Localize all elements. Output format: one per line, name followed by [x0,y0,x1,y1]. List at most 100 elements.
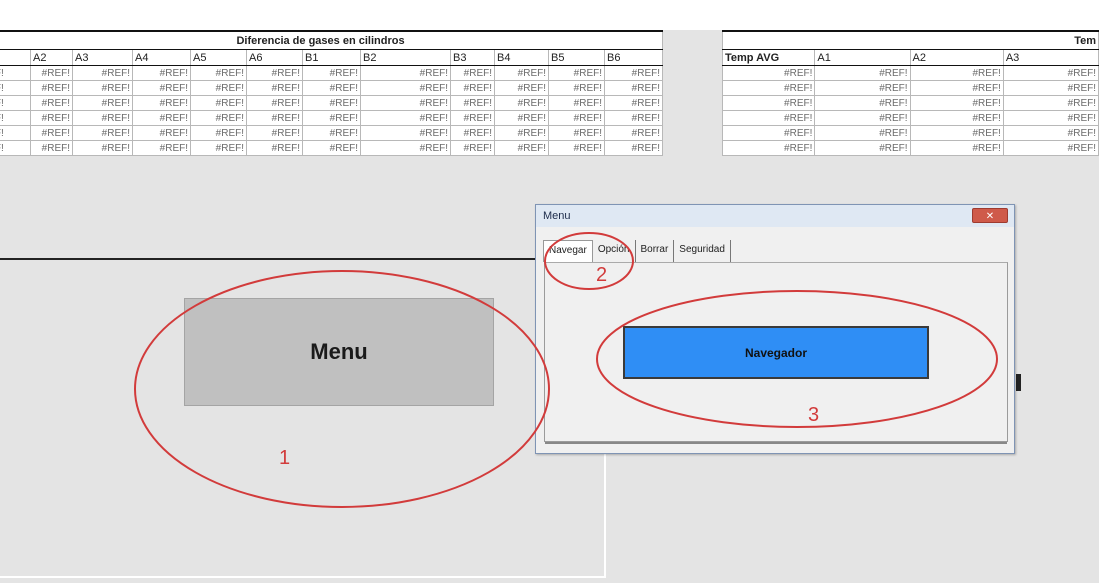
table-cell[interactable]: #REF! [814,125,911,141]
tab-opcion[interactable]: Opción [593,240,636,262]
table-cell[interactable]: #REF! [494,140,549,156]
table-cell[interactable]: #REF! [1002,80,1099,96]
table-cell[interactable]: #REF! [604,110,663,126]
table-cell[interactable]: #REF! [246,65,303,81]
table-cell[interactable]: #REF! [190,110,247,126]
table-cell[interactable]: #REF! [450,95,495,111]
table-cell[interactable]: #REF! [246,110,303,126]
table-cell[interactable]: #REF! [814,80,911,96]
table-cell[interactable]: #REF! [909,140,1004,156]
table-cell[interactable]: #REF! [814,110,911,126]
table-cell[interactable]: #REF! [132,65,191,81]
table-cell[interactable]: #REF! [721,125,816,141]
table-cell[interactable]: #REF! [494,125,549,141]
table-cell[interactable]: #REF! [246,80,303,96]
table-cell[interactable]: #REF! [72,95,133,111]
table-cell[interactable]: #REF! [548,95,605,111]
table-cell[interactable]: #REF! [814,140,911,156]
table-cell[interactable]: #REF! [909,65,1004,81]
close-icon[interactable]: ✕ [972,208,1008,223]
table-cell[interactable]: #REF! [548,65,605,81]
table-cell[interactable]: #REF! [548,140,605,156]
table-cell[interactable]: #REF! [72,140,133,156]
table-cell[interactable]: #REF! [30,140,73,156]
table-cell[interactable]: #REF! [450,140,495,156]
table-cell[interactable]: #REF! [604,140,663,156]
table-cell[interactable]: #REF! [30,95,73,111]
table-cell[interactable]: #REF! [302,95,361,111]
table-cell[interactable]: #REF! [302,140,361,156]
table-cell[interactable]: #REF! [450,65,495,81]
table-cell[interactable]: #REF! [132,125,191,141]
tab-navegar[interactable]: Navegar [543,240,593,262]
tab-seguridad[interactable]: Seguridad [674,240,731,262]
table-cell[interactable]: #REF! [132,80,191,96]
table-cell[interactable]: #REF! [604,95,663,111]
table-cell[interactable]: #REF! [909,80,1004,96]
table-cell[interactable]: #REF! [190,140,247,156]
table-cell[interactable]: #REF! [246,125,303,141]
table-cell[interactable]: #REF! [302,65,361,81]
table-cell[interactable]: #REF! [72,80,133,96]
table-cell[interactable]: #REF! [72,110,133,126]
table-cell[interactable]: #REF! [548,125,605,141]
table-cell[interactable]: #REF! [190,125,247,141]
table-cell[interactable]: #REF! [360,95,451,111]
table-cell[interactable]: #REF! [909,110,1004,126]
table-cell[interactable]: #REF! [721,140,816,156]
table-cell[interactable]: #REF! [360,80,451,96]
table-cell[interactable]: #REF! [814,65,911,81]
table-cell[interactable]: #REF! [909,95,1004,111]
table-cell[interactable]: #REF! [1002,140,1099,156]
table-cell[interactable]: #REF! [30,110,73,126]
table-cell[interactable]: #REF! [246,95,303,111]
table-cell[interactable]: #REF! [548,110,605,126]
table-cell[interactable]: #REF! [302,110,361,126]
table-cell[interactable]: #REF! [30,65,73,81]
table-cell[interactable]: #REF! [190,65,247,81]
table-cell[interactable]: REF! [0,140,31,156]
table-cell[interactable]: #REF! [1002,95,1099,111]
table-cell[interactable]: #REF! [132,110,191,126]
table-cell[interactable]: #REF! [721,65,816,81]
table-cell[interactable]: #REF! [909,125,1004,141]
table-cell[interactable]: #REF! [721,80,816,96]
table-cell[interactable]: #REF! [721,110,816,126]
table-cell[interactable]: #REF! [1002,125,1099,141]
table-cell[interactable]: #REF! [1002,65,1099,81]
table-cell[interactable]: #REF! [450,125,495,141]
table-cell[interactable]: #REF! [360,125,451,141]
table-cell[interactable]: #REF! [548,80,605,96]
table-cell[interactable]: #REF! [72,125,133,141]
table-cell[interactable]: #REF! [604,65,663,81]
table-cell[interactable]: #REF! [30,80,73,96]
table-cell[interactable]: #REF! [604,80,663,96]
table-cell[interactable]: #REF! [450,110,495,126]
table-cell[interactable]: #REF! [1002,110,1099,126]
table-cell[interactable]: #REF! [360,110,451,126]
table-cell[interactable]: #REF! [132,95,191,111]
menu-button[interactable]: Menu [184,298,494,406]
table-cell[interactable]: #REF! [246,140,303,156]
table-cell[interactable]: #REF! [494,80,549,96]
table-cell[interactable]: #REF! [450,80,495,96]
table-cell[interactable]: #REF! [190,95,247,111]
table-cell[interactable]: #REF! [360,140,451,156]
table-cell[interactable]: #REF! [190,80,247,96]
table-cell[interactable]: #REF! [721,95,816,111]
table-cell[interactable]: #REF! [132,140,191,156]
table-cell[interactable]: #REF! [814,95,911,111]
table-cell[interactable]: REF! [0,95,31,111]
table-cell[interactable]: #REF! [604,125,663,141]
table-cell[interactable]: #REF! [494,95,549,111]
navegador-button[interactable]: Navegador [623,326,929,379]
table-cell[interactable]: #REF! [30,125,73,141]
table-cell[interactable]: REF! [0,125,31,141]
table-cell[interactable]: REF! [0,65,31,81]
table-cell[interactable]: REF! [0,110,31,126]
table-cell[interactable]: #REF! [72,65,133,81]
tab-borrar[interactable]: Borrar [636,240,675,262]
table-cell[interactable]: #REF! [494,110,549,126]
table-cell[interactable]: #REF! [302,80,361,96]
table-cell[interactable]: #REF! [494,65,549,81]
